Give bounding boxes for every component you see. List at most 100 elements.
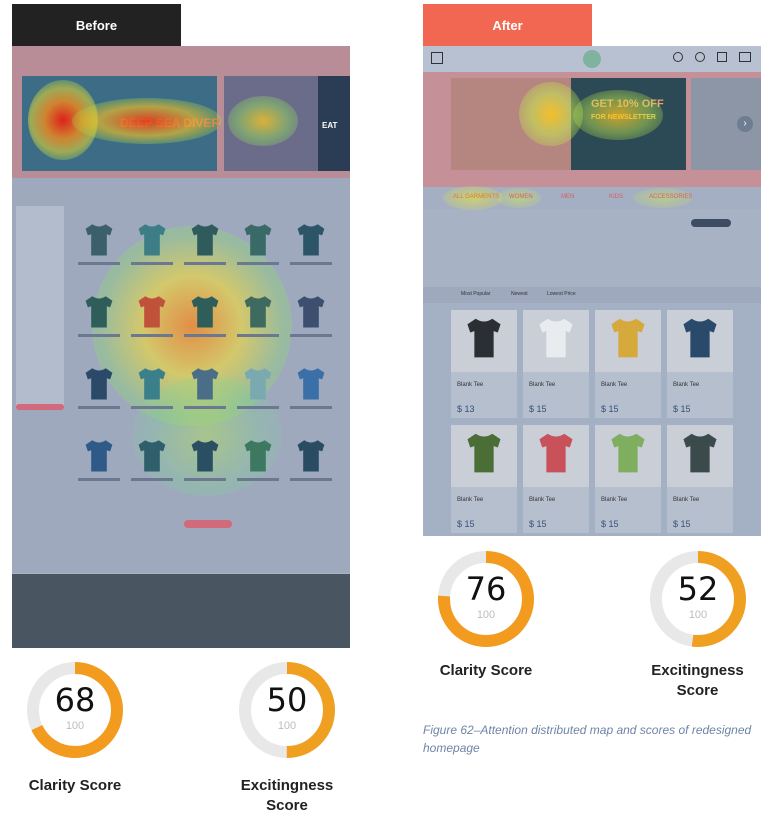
- product-price: $ 15: [673, 519, 691, 529]
- tshirt-image[interactable]: [607, 316, 649, 360]
- gauge-score: 50: [266, 681, 308, 719]
- gauge-max: 100: [688, 609, 708, 621]
- product-name: Blank Tee: [673, 382, 700, 388]
- tshirt-image[interactable]: [241, 438, 275, 474]
- product-caption: [78, 478, 120, 481]
- gauge-score: 68: [54, 681, 96, 719]
- tshirt-image[interactable]: [294, 438, 328, 474]
- product-caption: [184, 262, 226, 265]
- after-label: After: [423, 4, 592, 46]
- tshirt-image[interactable]: [82, 438, 116, 474]
- product-name: Blank Tee: [601, 382, 628, 388]
- sort-tab[interactable]: Lowest Price: [547, 291, 576, 297]
- product-name: Blank Tee: [529, 382, 556, 388]
- before-footer: [12, 574, 350, 648]
- sort-tab[interactable]: Newest: [511, 291, 528, 297]
- before-excitingness-gauge: 50 100: [237, 660, 337, 760]
- product-name: Blank Tee: [529, 497, 556, 503]
- figure-caption: Figure 62–Attention distributed map and …: [423, 723, 752, 755]
- product-caption: [237, 478, 279, 481]
- product-caption: [184, 334, 226, 337]
- tshirt-image[interactable]: [535, 316, 577, 360]
- tshirt-image[interactable]: [135, 438, 169, 474]
- nav-item[interactable]: MEN: [561, 194, 574, 200]
- tshirt-image[interactable]: [241, 294, 275, 330]
- before-excitingness-label: Excitingness Score: [240, 777, 334, 814]
- product-caption: [237, 334, 279, 337]
- product-name: Blank Tee: [601, 497, 628, 503]
- tshirt-image[interactable]: [679, 431, 721, 475]
- product-price: $ 13: [457, 404, 475, 414]
- after-clarity-label: Clarity Score: [439, 662, 533, 679]
- product-caption: [184, 406, 226, 409]
- tshirt-image[interactable]: [82, 294, 116, 330]
- product-name: Blank Tee: [457, 497, 484, 503]
- before-label: Before: [12, 4, 181, 46]
- product-caption: [78, 334, 120, 337]
- tshirt-image[interactable]: [188, 222, 222, 258]
- tshirt-image[interactable]: [135, 294, 169, 330]
- tshirt-image[interactable]: [241, 366, 275, 402]
- logo[interactable]: [583, 50, 601, 68]
- nav-item[interactable]: ALL GARMENTS: [453, 194, 499, 200]
- gauge-max: 100: [476, 609, 496, 621]
- product-name: Blank Tee: [457, 382, 484, 388]
- product-caption: [131, 406, 173, 409]
- tshirt-image[interactable]: [294, 222, 328, 258]
- before-header: [12, 46, 350, 68]
- sort-tab[interactable]: Most Popular: [461, 291, 490, 297]
- product-name: Blank Tee: [673, 497, 700, 503]
- product-caption: [78, 406, 120, 409]
- product-price: $ 15: [601, 404, 619, 414]
- tshirt-image[interactable]: [535, 431, 577, 475]
- tshirt-image[interactable]: [82, 366, 116, 402]
- tshirt-image[interactable]: [241, 222, 275, 258]
- gauge-max: 100: [65, 720, 85, 732]
- tshirt-image[interactable]: [188, 294, 222, 330]
- after-screenshot: GET 10% OFF FOR NEWSLETTER › ALL GARMENT…: [423, 46, 761, 536]
- after-hero-text: GET 10% OFF: [591, 98, 664, 110]
- product-caption: [237, 262, 279, 265]
- before-clarity-gauge: 68 100: [25, 660, 125, 760]
- tshirt-image[interactable]: [607, 431, 649, 475]
- tshirt-image[interactable]: [463, 316, 505, 360]
- clear-filters-button[interactable]: [691, 219, 731, 227]
- product-caption: [290, 478, 332, 481]
- product-price: $ 15: [673, 404, 691, 414]
- tshirt-image[interactable]: [82, 222, 116, 258]
- product-price: $ 15: [457, 519, 475, 529]
- next-slide-button[interactable]: ›: [737, 116, 753, 132]
- cart-icon[interactable]: [739, 52, 751, 62]
- nav-item[interactable]: ACCESSORIES: [649, 194, 692, 200]
- before-load-more-button[interactable]: [184, 520, 232, 528]
- tshirt-image[interactable]: [294, 366, 328, 402]
- gauge-max: 100: [277, 720, 297, 732]
- tshirt-image[interactable]: [188, 366, 222, 402]
- search-icon[interactable]: [673, 52, 683, 62]
- product-caption: [184, 478, 226, 481]
- tshirt-image[interactable]: [463, 431, 505, 475]
- nav-item[interactable]: WOMEN: [509, 194, 533, 200]
- after-excitingness-label: Excitingness Score: [651, 662, 744, 699]
- product-caption: [131, 334, 173, 337]
- tshirt-image[interactable]: [135, 222, 169, 258]
- before-clarity-label: Clarity Score: [28, 777, 122, 794]
- wishlist-icon[interactable]: [717, 52, 727, 62]
- product-caption: [237, 406, 279, 409]
- tshirt-image[interactable]: [188, 438, 222, 474]
- after-excitingness-gauge: 52 100: [648, 549, 748, 649]
- after-hero-image: [451, 78, 571, 170]
- account-icon[interactable]: [695, 52, 705, 62]
- before-sidebar: [16, 206, 64, 406]
- product-price: $ 15: [529, 404, 547, 414]
- product-caption: [290, 406, 332, 409]
- tshirt-image[interactable]: [679, 316, 721, 360]
- nav-item[interactable]: KIDS: [609, 194, 623, 200]
- menu-icon[interactable]: [431, 52, 443, 64]
- before-hero-side-text: EAT: [322, 121, 338, 130]
- tshirt-image[interactable]: [294, 294, 328, 330]
- after-clarity-gauge: 76 100: [436, 549, 536, 649]
- gauge-score: 52: [677, 570, 719, 608]
- gauge-score: 76: [465, 570, 507, 608]
- tshirt-image[interactable]: [135, 366, 169, 402]
